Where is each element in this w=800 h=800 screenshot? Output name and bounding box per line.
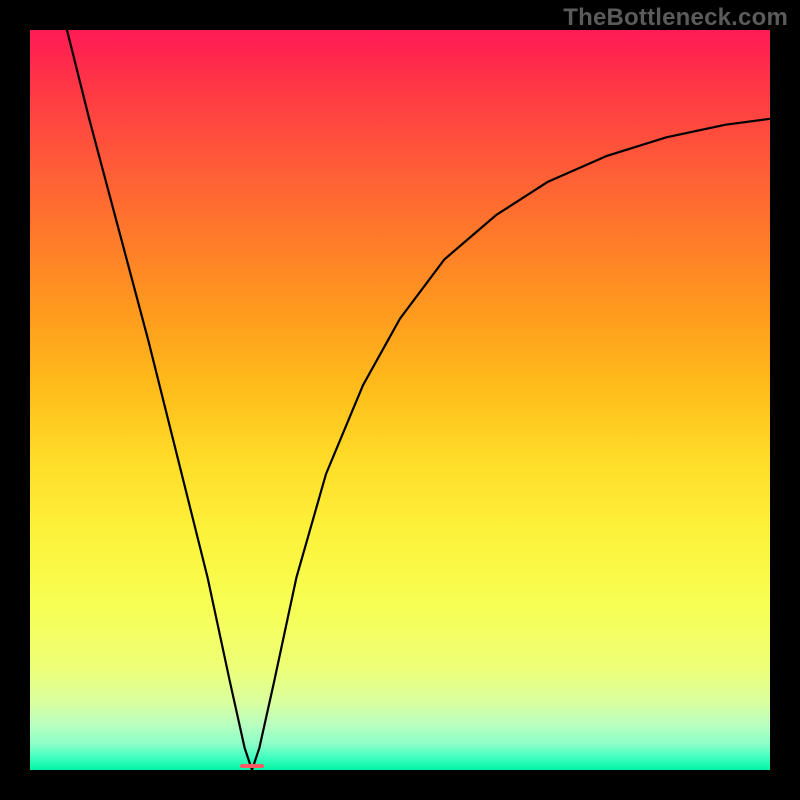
- bottleneck-curve: [67, 30, 770, 770]
- chart-frame: TheBottleneck.com: [0, 0, 800, 800]
- plot-area: [30, 30, 770, 770]
- plot-svg: [30, 30, 770, 770]
- watermark-text: TheBottleneck.com: [563, 4, 788, 32]
